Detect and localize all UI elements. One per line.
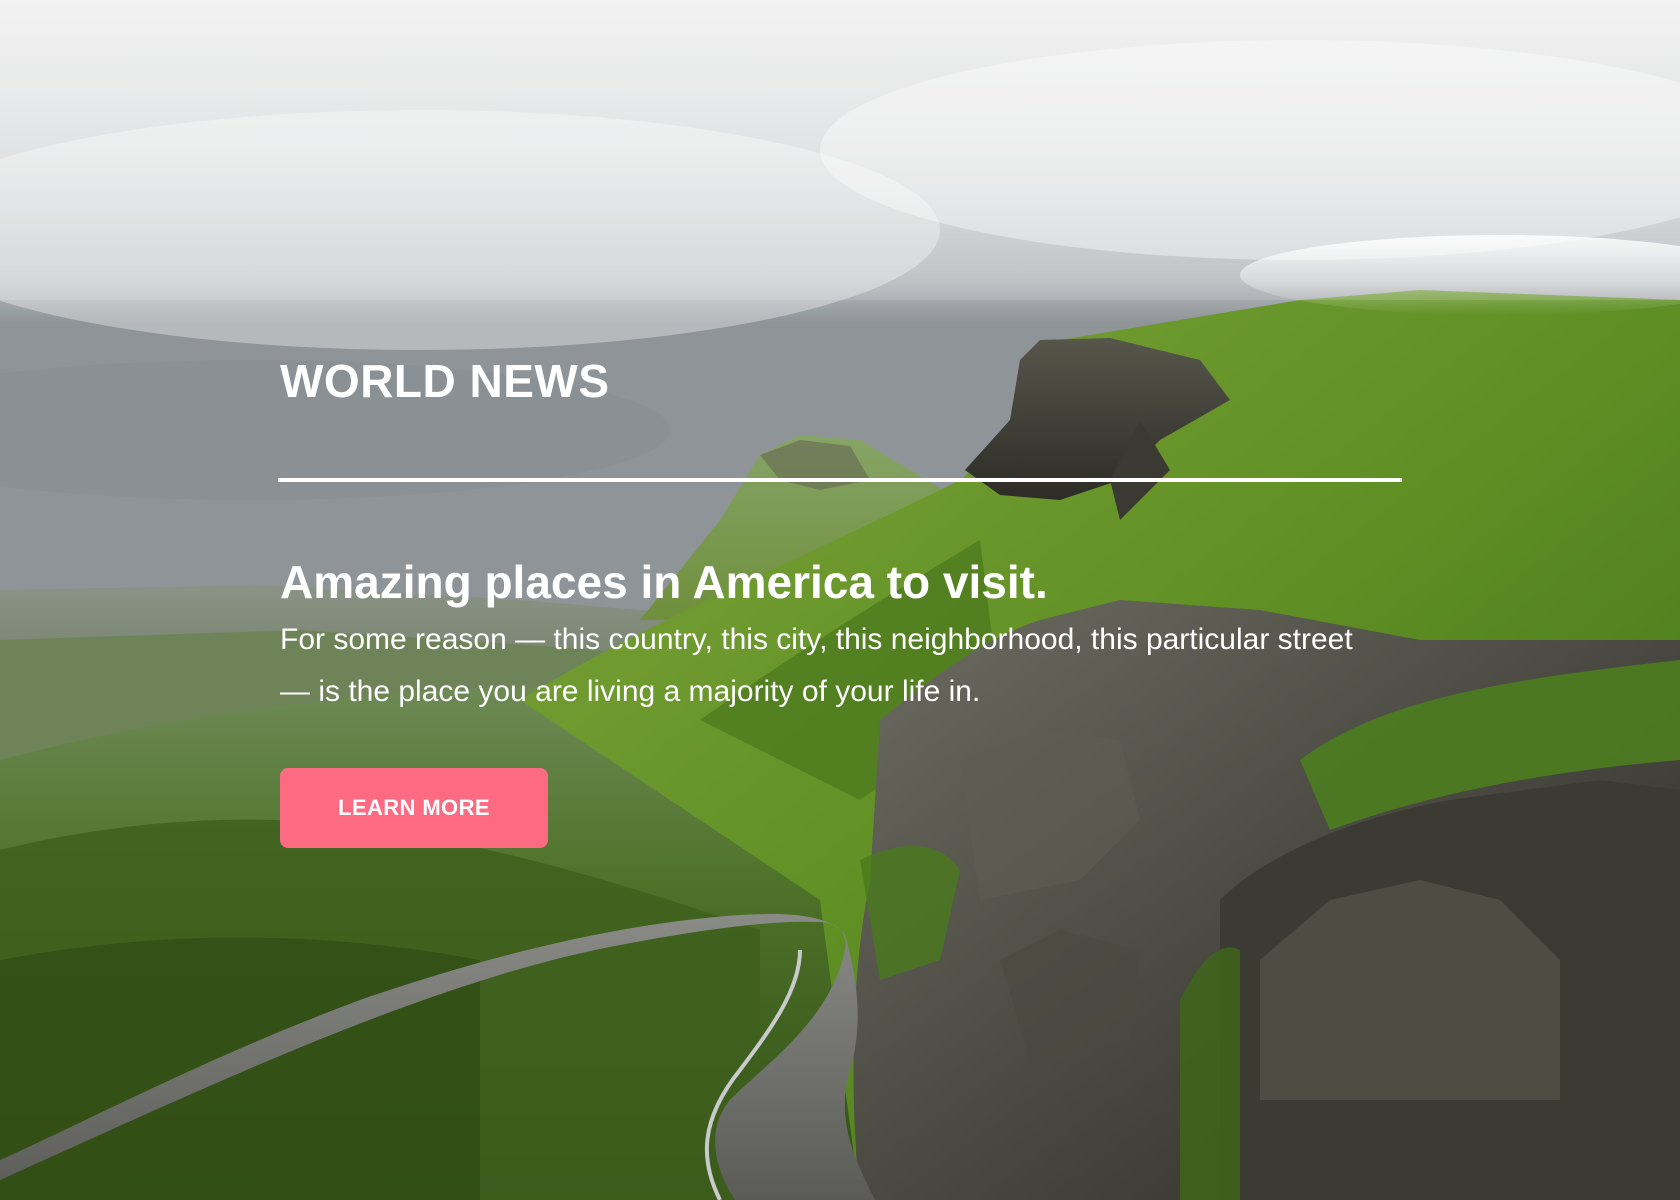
learn-more-button[interactable]: LEARN MORE bbox=[280, 768, 548, 848]
brand-title: WORLD NEWS bbox=[280, 355, 610, 407]
hero-section: WORLD NEWS Amazing places in America to … bbox=[0, 0, 1680, 1200]
article-headline: Amazing places in America to visit. bbox=[280, 556, 1048, 608]
divider-line bbox=[278, 478, 1402, 482]
article-lead: For some reason — this country, this cit… bbox=[280, 623, 1353, 708]
